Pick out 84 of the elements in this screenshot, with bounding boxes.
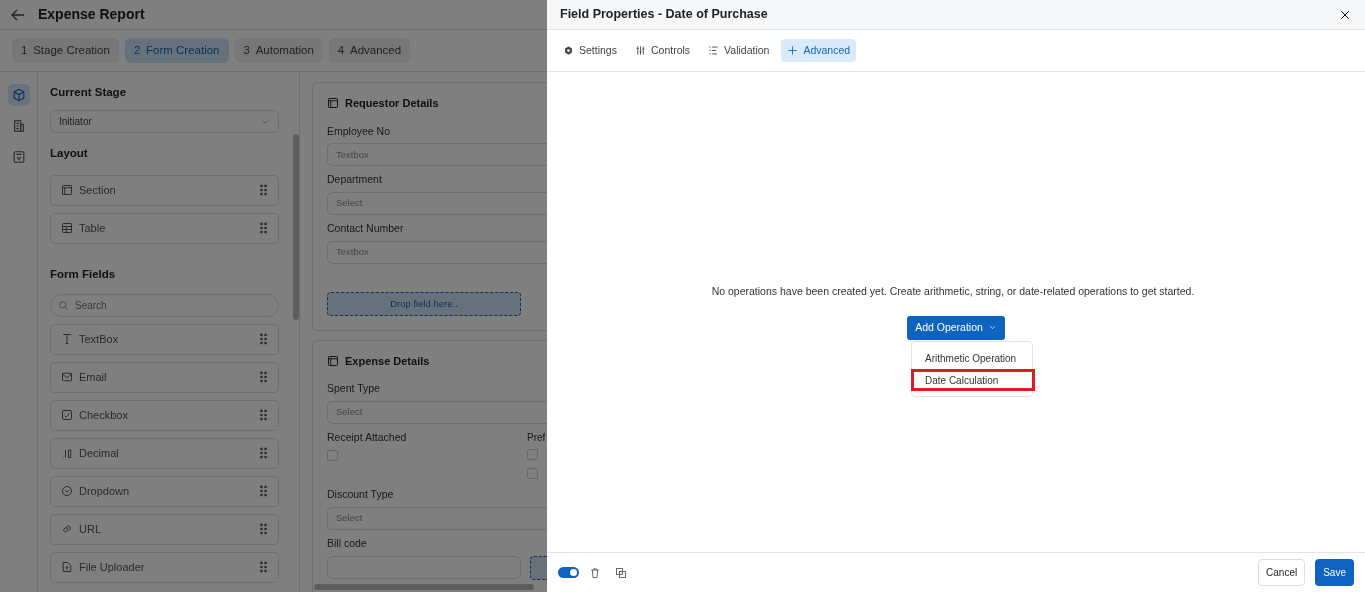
- section-icon: [327, 355, 339, 367]
- field-label: Discount Type: [327, 487, 395, 502]
- drag-handle-icon: [259, 484, 268, 499]
- menu-item[interactable]: Arithmetic Operation: [912, 348, 1032, 368]
- section-title: Requestor Details: [345, 96, 439, 111]
- field-label: Pref: [527, 431, 546, 445]
- menu-item[interactable]: Date Calculation: [912, 370, 1034, 390]
- field-palette-item[interactable]: Section: [50, 174, 279, 206]
- table-icon: [61, 222, 73, 234]
- panel-tab[interactable]: Settings: [557, 38, 623, 63]
- dropdown-icon: [61, 485, 73, 498]
- field-palette-item[interactable]: Decimal: [50, 437, 279, 469]
- drag-handle-icon: [259, 560, 268, 575]
- drop-zone[interactable]: Drop field here..: [327, 291, 521, 316]
- checkbox[interactable]: [327, 449, 338, 461]
- field-palette-item[interactable]: File Uploader: [50, 551, 279, 583]
- step-tab[interactable]: 4 Advanced: [328, 37, 411, 64]
- delete-button[interactable]: [589, 566, 601, 579]
- field-palette-item[interactable]: URL: [50, 513, 279, 545]
- cancel-button[interactable]: Cancel: [1258, 559, 1306, 586]
- trash-icon: [589, 566, 601, 579]
- section-title: Expense Details: [345, 353, 430, 369]
- save-button[interactable]: Save: [1315, 559, 1354, 586]
- checkbox-icon: [61, 409, 73, 422]
- field-palette-item[interactable]: Dropdown: [50, 475, 279, 507]
- field-label: Employee No: [327, 123, 392, 139]
- scrollbar[interactable]: [293, 134, 299, 320]
- drag-handle-icon: [259, 446, 268, 461]
- field-label: Bill code: [327, 535, 368, 551]
- toggle-switch[interactable]: [558, 567, 579, 578]
- section-heading: Form Fields: [50, 266, 117, 282]
- panel-tab[interactable]: Controls: [628, 38, 697, 63]
- copy-icon: [615, 566, 627, 579]
- settings-icon: [563, 45, 574, 56]
- close-button[interactable]: [1339, 8, 1351, 21]
- url-icon: [61, 523, 73, 536]
- add-operation-button[interactable]: Add Operation: [907, 315, 1005, 340]
- field-palette-item[interactable]: TextBox: [50, 323, 279, 355]
- sliders-icon: [634, 45, 646, 56]
- drag-handle-icon: [259, 332, 268, 347]
- section-heading: Layout: [50, 146, 89, 162]
- checkbox[interactable]: [527, 449, 538, 460]
- drag-handle-icon: [259, 183, 268, 197]
- field-palette-item[interactable]: Table: [50, 212, 279, 244]
- close-icon: [1339, 8, 1351, 21]
- field-label: Contact Number: [327, 221, 405, 236]
- panel-tab[interactable]: Validation: [702, 38, 776, 63]
- step-tab[interactable]: 2 Form Creation: [124, 37, 229, 64]
- form-icon: [11, 150, 26, 164]
- empty-state-message: No operations have been created yet. Create arithmetic, string, or date-related operations to get started.: [711, 284, 1195, 299]
- drag-handle-icon: [259, 370, 268, 385]
- text-icon: [61, 333, 73, 346]
- drag-handle-icon: [259, 221, 268, 235]
- email-icon: [61, 371, 73, 384]
- step-tab[interactable]: 1 Stage Creation: [12, 37, 119, 64]
- section-icon: [327, 97, 339, 110]
- drag-handle-icon: [259, 408, 268, 423]
- page-title: Expense Report: [38, 5, 145, 24]
- drag-handle-icon: [259, 522, 268, 537]
- scrollbar[interactable]: [314, 584, 534, 590]
- checkbox[interactable]: [527, 468, 538, 479]
- field-label: Spent Type: [327, 381, 381, 397]
- text-field[interactable]: Textbox: [327, 240, 547, 264]
- search-icon: [58, 299, 69, 311]
- drop-zone[interactable]: [530, 555, 547, 580]
- list-icon: [708, 45, 720, 56]
- field-label: Receipt Attached: [327, 430, 408, 445]
- text-field[interactable]: Textbox: [327, 143, 547, 167]
- duplicate-button[interactable]: [615, 566, 627, 579]
- building-icon: [11, 119, 26, 133]
- panel-tab[interactable]: Advanced: [781, 38, 857, 63]
- field-palette-item[interactable]: Email: [50, 361, 279, 393]
- step-tab[interactable]: 3 Automation: [234, 37, 323, 64]
- rail-button[interactable]: [7, 84, 30, 106]
- section-heading: Current Stage: [50, 85, 128, 100]
- stage-select[interactable]: Initiator: [50, 110, 279, 134]
- file-icon: [61, 561, 73, 574]
- panel-title: Field Properties - Date of Purchase: [560, 7, 768, 22]
- search-field[interactable]: Search: [50, 293, 279, 317]
- field-label: Department: [327, 172, 383, 188]
- section-icon: [61, 184, 73, 196]
- field-palette-item[interactable]: Checkbox: [50, 399, 279, 431]
- plus-icon: [787, 45, 799, 56]
- cube-icon: [11, 88, 26, 102]
